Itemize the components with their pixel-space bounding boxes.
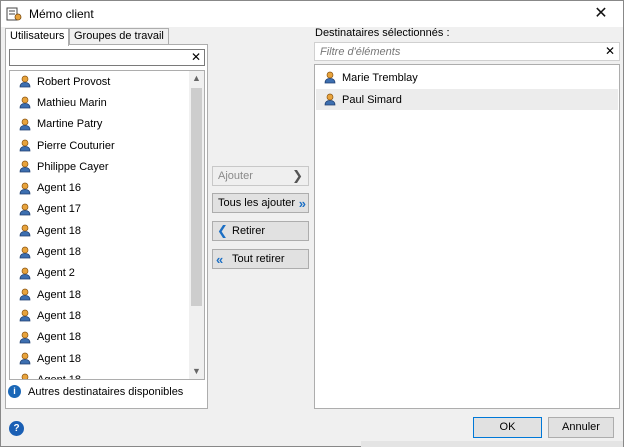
user-name: Agent 18 (37, 352, 82, 365)
cancel-button[interactable]: Annuler (548, 417, 614, 438)
list-item[interactable]: Philippe Cayer (10, 156, 190, 177)
list-item[interactable]: Martine Patry (10, 114, 190, 135)
users-filter-clear-icon[interactable]: ✕ (191, 50, 201, 65)
user-icon (19, 182, 31, 194)
selected-recipient-name: Paul Simard (342, 93, 402, 106)
user-icon (19, 310, 31, 322)
list-item[interactable]: Mathieu Marin (10, 92, 190, 113)
selected-recipient-name: Marie Tremblay (342, 71, 418, 84)
user-icon (19, 203, 31, 216)
user-icon (19, 224, 31, 237)
user-name: Robert Provost (37, 75, 111, 88)
user-name: Agent 18 (37, 331, 82, 344)
users-list-scrollbar[interactable]: ▲ ▼ (189, 71, 204, 379)
remove-button[interactable]: ❮ Retirer (212, 221, 309, 241)
double-chevron-right-icon: » (298, 195, 306, 211)
selected-filter-clear-icon[interactable]: ✕ (605, 44, 615, 58)
user-icon (19, 75, 31, 88)
other-recipients-label: Autres destinataires disponibles (28, 385, 184, 398)
list-item[interactable]: Agent 16 (10, 177, 190, 198)
window-title: Mémo client (29, 7, 94, 21)
selected-recipients-label: Destinataires sélectionnés : (315, 27, 450, 39)
scroll-up-icon[interactable]: ▲ (189, 71, 204, 86)
remove-button-label: Retirer (232, 225, 266, 237)
user-name: Agent 18 (37, 288, 82, 301)
help-icon[interactable]: ? (9, 421, 24, 436)
users-list[interactable]: Robert Provost Mathieu Marin Martine Patry… (9, 70, 205, 380)
memo-client-dialog: Mémo client ✕ Utilisateurs Groupes de tr… (0, 0, 624, 447)
list-item[interactable]: Agent 18 (10, 348, 190, 369)
user-icon (324, 71, 336, 84)
list-item[interactable]: Robert Provost (10, 71, 190, 92)
chevron-left-icon: ❮ (217, 223, 228, 238)
tab-utilisateurs[interactable]: Utilisateurs (5, 28, 70, 46)
scroll-down-icon[interactable]: ▼ (189, 364, 204, 379)
selected-filter-placeholder: Filtre d'éléments (320, 46, 401, 58)
user-name: Agent 16 (37, 182, 82, 195)
add-button-label: Ajouter (218, 170, 253, 182)
info-icon: i (8, 385, 21, 398)
user-icon (19, 352, 31, 365)
user-name: Martine Patry (37, 118, 103, 131)
add-all-button-label: Tous les ajouter (218, 197, 296, 209)
user-icon (19, 267, 31, 280)
selected-filter-input[interactable]: Filtre d'éléments ✕ (314, 42, 620, 61)
user-name: Agent 18 (37, 246, 82, 259)
users-filter-input[interactable]: ✕ (9, 49, 205, 66)
double-chevron-left-icon: « (216, 251, 224, 267)
list-item[interactable]: Agent 18 (10, 241, 190, 262)
list-item[interactable]: Pierre Couturier (10, 135, 190, 156)
user-icon (19, 288, 31, 301)
user-name: Agent 18 (37, 373, 82, 380)
user-name: Mathieu Marin (37, 96, 107, 109)
list-item[interactable]: Marie Tremblay (316, 67, 618, 88)
add-button[interactable]: Ajouter ❯ (212, 166, 309, 186)
ok-button[interactable]: OK (473, 417, 542, 438)
user-name: Agent 2 (37, 267, 75, 280)
add-all-button[interactable]: Tous les ajouter » (212, 193, 309, 213)
selected-recipients-list[interactable]: Marie Tremblay Paul Simard (314, 64, 620, 409)
remove-all-button-label: Tout retirer (232, 253, 285, 265)
user-name: Pierre Couturier (37, 139, 115, 152)
user-icon (19, 246, 31, 258)
app-icon (6, 7, 22, 21)
user-icon (19, 97, 31, 109)
user-icon (21, 373, 29, 379)
list-item[interactable]: Agent 17 (10, 199, 190, 220)
user-icon (19, 160, 31, 173)
other-recipients-link[interactable]: i Autres destinataires disponibles (8, 385, 183, 398)
list-item[interactable]: Agent 18 (10, 369, 190, 380)
remove-all-button[interactable]: « Tout retirer (212, 249, 309, 269)
title-bar: Mémo client ✕ (1, 1, 623, 27)
list-item[interactable]: Agent 2 (10, 263, 190, 284)
list-item[interactable]: Agent 18 (10, 327, 190, 348)
user-name: Philippe Cayer (37, 160, 109, 173)
tab-groupes-de-travail[interactable]: Groupes de travail (69, 28, 169, 45)
background-strip (361, 441, 623, 447)
list-item[interactable]: Paul Simard (316, 89, 618, 110)
scroll-thumb[interactable] (191, 88, 202, 306)
user-name: Agent 18 (37, 309, 82, 322)
close-window-button[interactable]: ✕ (579, 1, 623, 27)
list-item[interactable]: Agent 18 (10, 220, 190, 241)
user-name: Agent 18 (37, 224, 82, 237)
users-panel: ✕ Robert Provost Mathieu Marin Martine Pat… (5, 44, 208, 409)
list-item[interactable]: Agent 18 (10, 284, 190, 305)
user-icon (19, 331, 31, 344)
user-icon (324, 93, 336, 106)
users-list-items: Robert Provost Mathieu Marin Martine Patry… (10, 71, 190, 380)
user-name: Agent 17 (37, 203, 82, 216)
user-icon (19, 139, 31, 152)
list-item[interactable]: Agent 18 (10, 305, 190, 326)
chevron-right-icon: ❯ (292, 168, 303, 183)
user-icon (19, 118, 31, 131)
